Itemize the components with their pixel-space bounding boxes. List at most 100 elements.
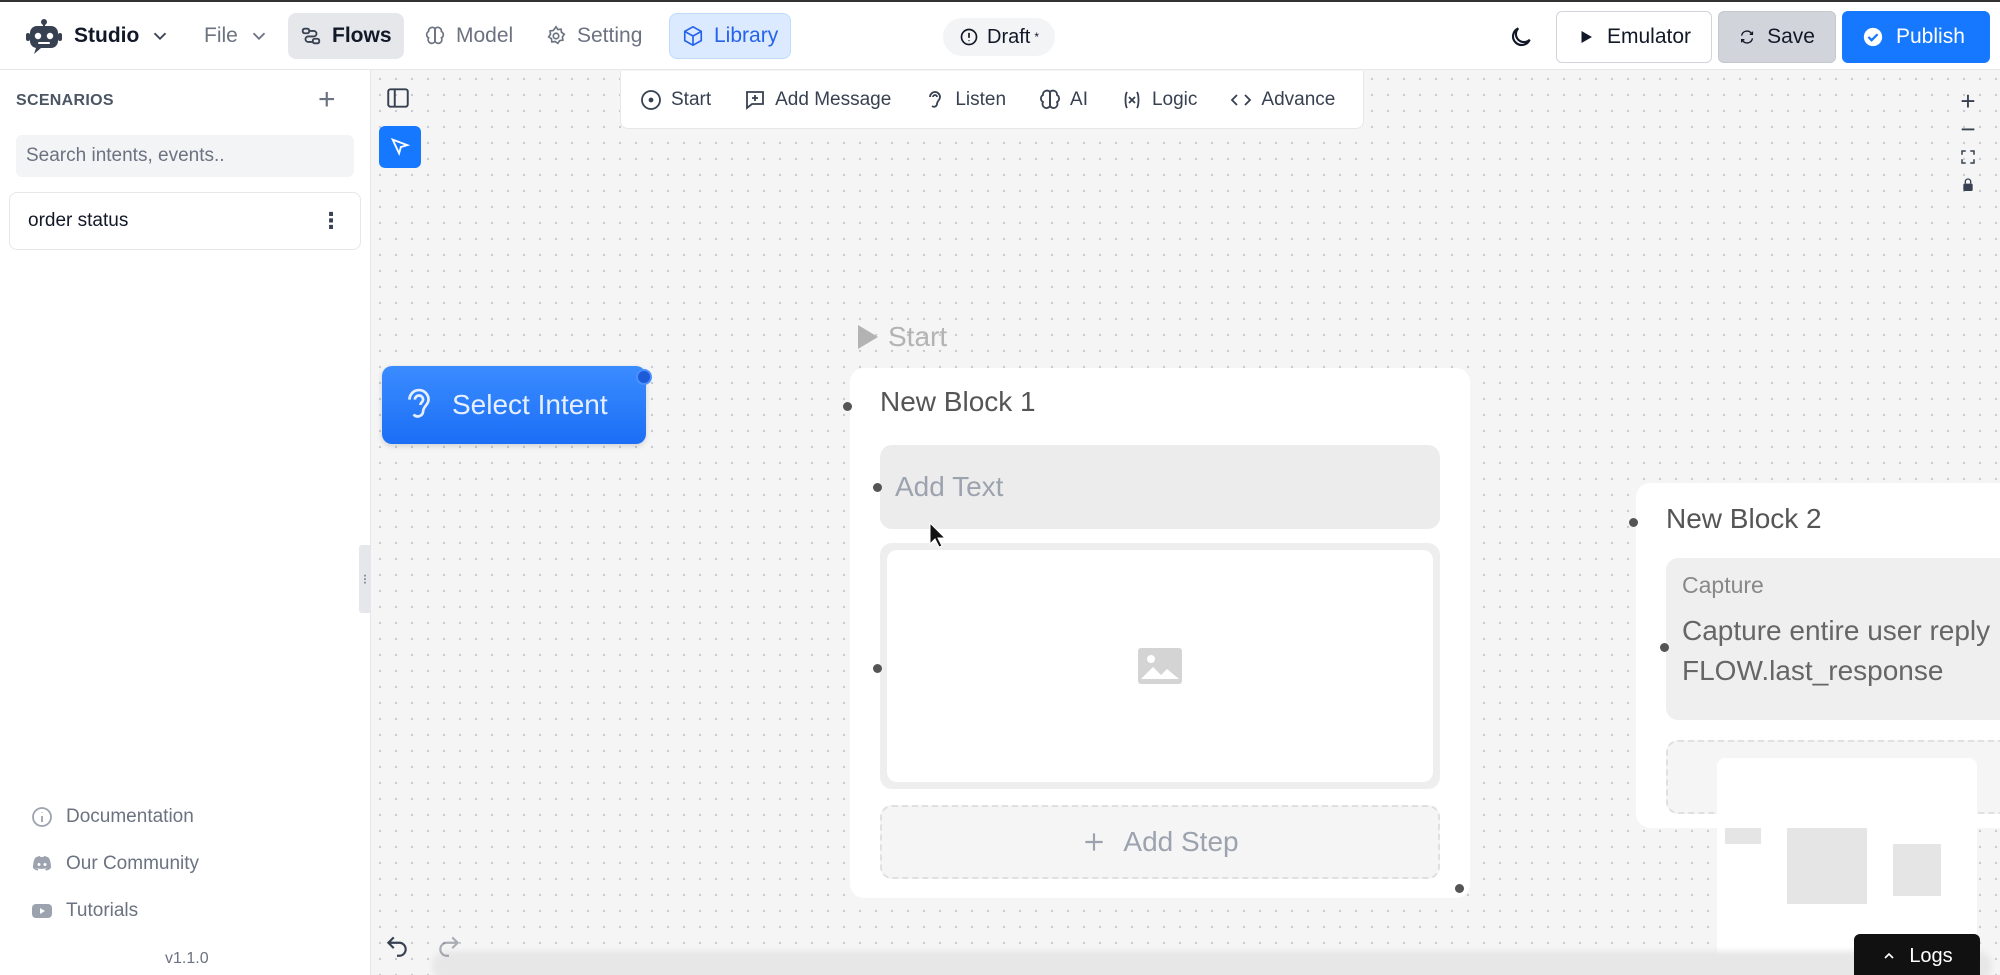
placeholder-shape bbox=[1787, 828, 1867, 904]
tool-label: Listen bbox=[955, 88, 1007, 110]
capture-step[interactable]: Capture Capture entire user reply FLOW.l… bbox=[1666, 558, 2000, 720]
tool-label: Start bbox=[671, 88, 712, 110]
add-text-step[interactable]: Add Text bbox=[880, 445, 1440, 529]
chevron-up-icon bbox=[1884, 952, 1894, 959]
tool-label: Add Message bbox=[775, 88, 892, 110]
select-intent-node[interactable]: Select Intent bbox=[382, 366, 652, 444]
zoom-controls: + − bbox=[1953, 86, 1983, 197]
tool-label: AI bbox=[1070, 88, 1088, 110]
undo-icon[interactable] bbox=[384, 933, 410, 959]
gear-icon bbox=[547, 25, 566, 45]
publish-button[interactable]: Publish bbox=[1842, 11, 1990, 63]
tool-advance[interactable]: Advance bbox=[1229, 88, 1335, 112]
file-label: File bbox=[204, 24, 238, 47]
block-title: New Block 2 bbox=[1666, 503, 1822, 534]
step-port[interactable] bbox=[873, 664, 882, 673]
studio-menu[interactable]: Studio bbox=[12, 13, 183, 59]
cursor-arrow-icon bbox=[390, 138, 411, 157]
capture-line-1: Capture entire user reply bbox=[1682, 615, 1991, 646]
flow-item-order-status[interactable]: order status ⋮ bbox=[9, 192, 361, 250]
image-step[interactable] bbox=[880, 543, 1440, 789]
youtube-icon bbox=[32, 904, 52, 918]
tab-label: Model bbox=[456, 24, 514, 47]
tool-ai[interactable]: AI bbox=[1038, 88, 1088, 112]
play-icon bbox=[858, 325, 878, 349]
flows-icon bbox=[301, 27, 321, 45]
tab-model[interactable]: Model bbox=[412, 13, 525, 59]
tab-flows[interactable]: Flows bbox=[288, 13, 404, 59]
brain-icon bbox=[425, 26, 445, 45]
bottom-shadow bbox=[432, 951, 1992, 975]
start-label: Start bbox=[856, 321, 947, 353]
info-icon bbox=[32, 807, 52, 827]
link-label: Tutorials bbox=[66, 900, 139, 921]
flow-canvas[interactable]: Start Add Message Listen AI Logic Advanc… bbox=[372, 71, 2000, 975]
tab-setting[interactable]: Setting bbox=[533, 13, 654, 59]
draft-status[interactable]: Draft * bbox=[943, 18, 1056, 56]
step-port[interactable] bbox=[873, 483, 882, 492]
tool-listen[interactable]: Listen bbox=[923, 88, 1006, 112]
zoom-in-button[interactable]: + bbox=[1953, 86, 1983, 116]
search-input[interactable] bbox=[16, 135, 354, 177]
input-port[interactable] bbox=[843, 402, 852, 411]
code-icon bbox=[1231, 93, 1252, 106]
tool-label: Advance bbox=[1261, 88, 1336, 110]
add-step-label: Add Step bbox=[1123, 826, 1239, 857]
lock-icon bbox=[1963, 178, 1973, 191]
fullscreen-icon bbox=[1961, 150, 1975, 164]
brand-label: Studio bbox=[74, 24, 140, 47]
image-icon bbox=[1138, 648, 1182, 684]
cube-icon bbox=[683, 25, 703, 47]
draft-label: Draft bbox=[987, 25, 1031, 48]
add-step-button[interactable]: Add Step bbox=[880, 805, 1440, 879]
save-button[interactable]: Save bbox=[1718, 11, 1836, 63]
community-link[interactable]: Our Community bbox=[30, 852, 199, 876]
tool-add-message[interactable]: Add Message bbox=[743, 88, 891, 112]
logs-label: Logs bbox=[1909, 944, 1953, 967]
sidebar: SCENARIOS + order status ⋮ Documentation… bbox=[0, 70, 371, 975]
link-label: Our Community bbox=[66, 853, 200, 874]
capture-line-2: FLOW.last_response bbox=[1682, 655, 1944, 686]
unsaved-marker: * bbox=[1034, 30, 1040, 44]
capture-text: Capture entire user reply FLOW.last_resp… bbox=[1682, 611, 2000, 691]
zoom-out-button[interactable]: − bbox=[1953, 114, 1983, 144]
top-bar: Studio File Flows Model Setting Library … bbox=[0, 0, 2000, 70]
step-port[interactable] bbox=[1660, 643, 1669, 652]
tab-library[interactable]: Library bbox=[669, 13, 792, 59]
more-vertical-icon[interactable]: ⋮ bbox=[320, 208, 342, 234]
tool-label: Logic bbox=[1151, 88, 1198, 110]
version-label: v1.1.0 bbox=[165, 950, 209, 967]
robot-logo-icon bbox=[26, 19, 62, 54]
block-new-block-1[interactable]: New Block 1 Add Text Add Step bbox=[843, 368, 1470, 898]
input-port[interactable] bbox=[1629, 518, 1638, 527]
publish-label: Publish bbox=[1896, 25, 1965, 48]
emulator-button[interactable]: Emulator bbox=[1556, 11, 1712, 63]
redo-icon[interactable] bbox=[436, 933, 462, 959]
tutorials-link[interactable]: Tutorials bbox=[30, 899, 138, 923]
flow-item-label: order status bbox=[28, 210, 129, 231]
moon-icon[interactable] bbox=[1508, 24, 1534, 50]
lock-button[interactable] bbox=[1953, 173, 1983, 197]
output-port[interactable] bbox=[1455, 884, 1464, 893]
start-circle-icon bbox=[641, 89, 661, 110]
logs-button[interactable]: Logs bbox=[1854, 934, 1980, 975]
save-label: Save bbox=[1767, 25, 1815, 48]
output-port[interactable] bbox=[636, 369, 652, 385]
add-scenario-button[interactable]: + bbox=[318, 85, 336, 115]
fit-view-button[interactable] bbox=[1953, 145, 1983, 169]
panel-toggle-icon[interactable] bbox=[385, 85, 411, 111]
documentation-link[interactable]: Documentation bbox=[30, 805, 194, 829]
chevron-down-icon bbox=[154, 32, 167, 41]
brain-icon bbox=[1040, 89, 1060, 109]
file-menu[interactable]: File bbox=[192, 13, 282, 59]
tool-start[interactable]: Start bbox=[639, 88, 711, 112]
ear-icon bbox=[929, 90, 942, 108]
sidebar-resize-handle[interactable]: ⁝ bbox=[359, 545, 371, 613]
start-text: Start bbox=[888, 321, 948, 352]
link-label: Documentation bbox=[66, 806, 194, 827]
pointer-tool-button[interactable] bbox=[379, 126, 421, 168]
tab-label: Flows bbox=[332, 24, 392, 47]
tool-logic[interactable]: Logic bbox=[1120, 88, 1197, 112]
message-plus-icon bbox=[746, 90, 765, 110]
preview-popup bbox=[1717, 758, 1977, 958]
